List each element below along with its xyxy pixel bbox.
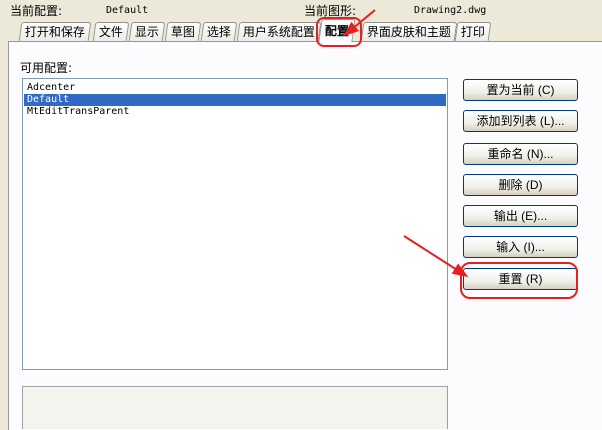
- arrow-to-profiles-tab: [342, 9, 376, 37]
- arrow-to-reset-button: [403, 235, 469, 278]
- annotation-arrows: [342, 9, 469, 278]
